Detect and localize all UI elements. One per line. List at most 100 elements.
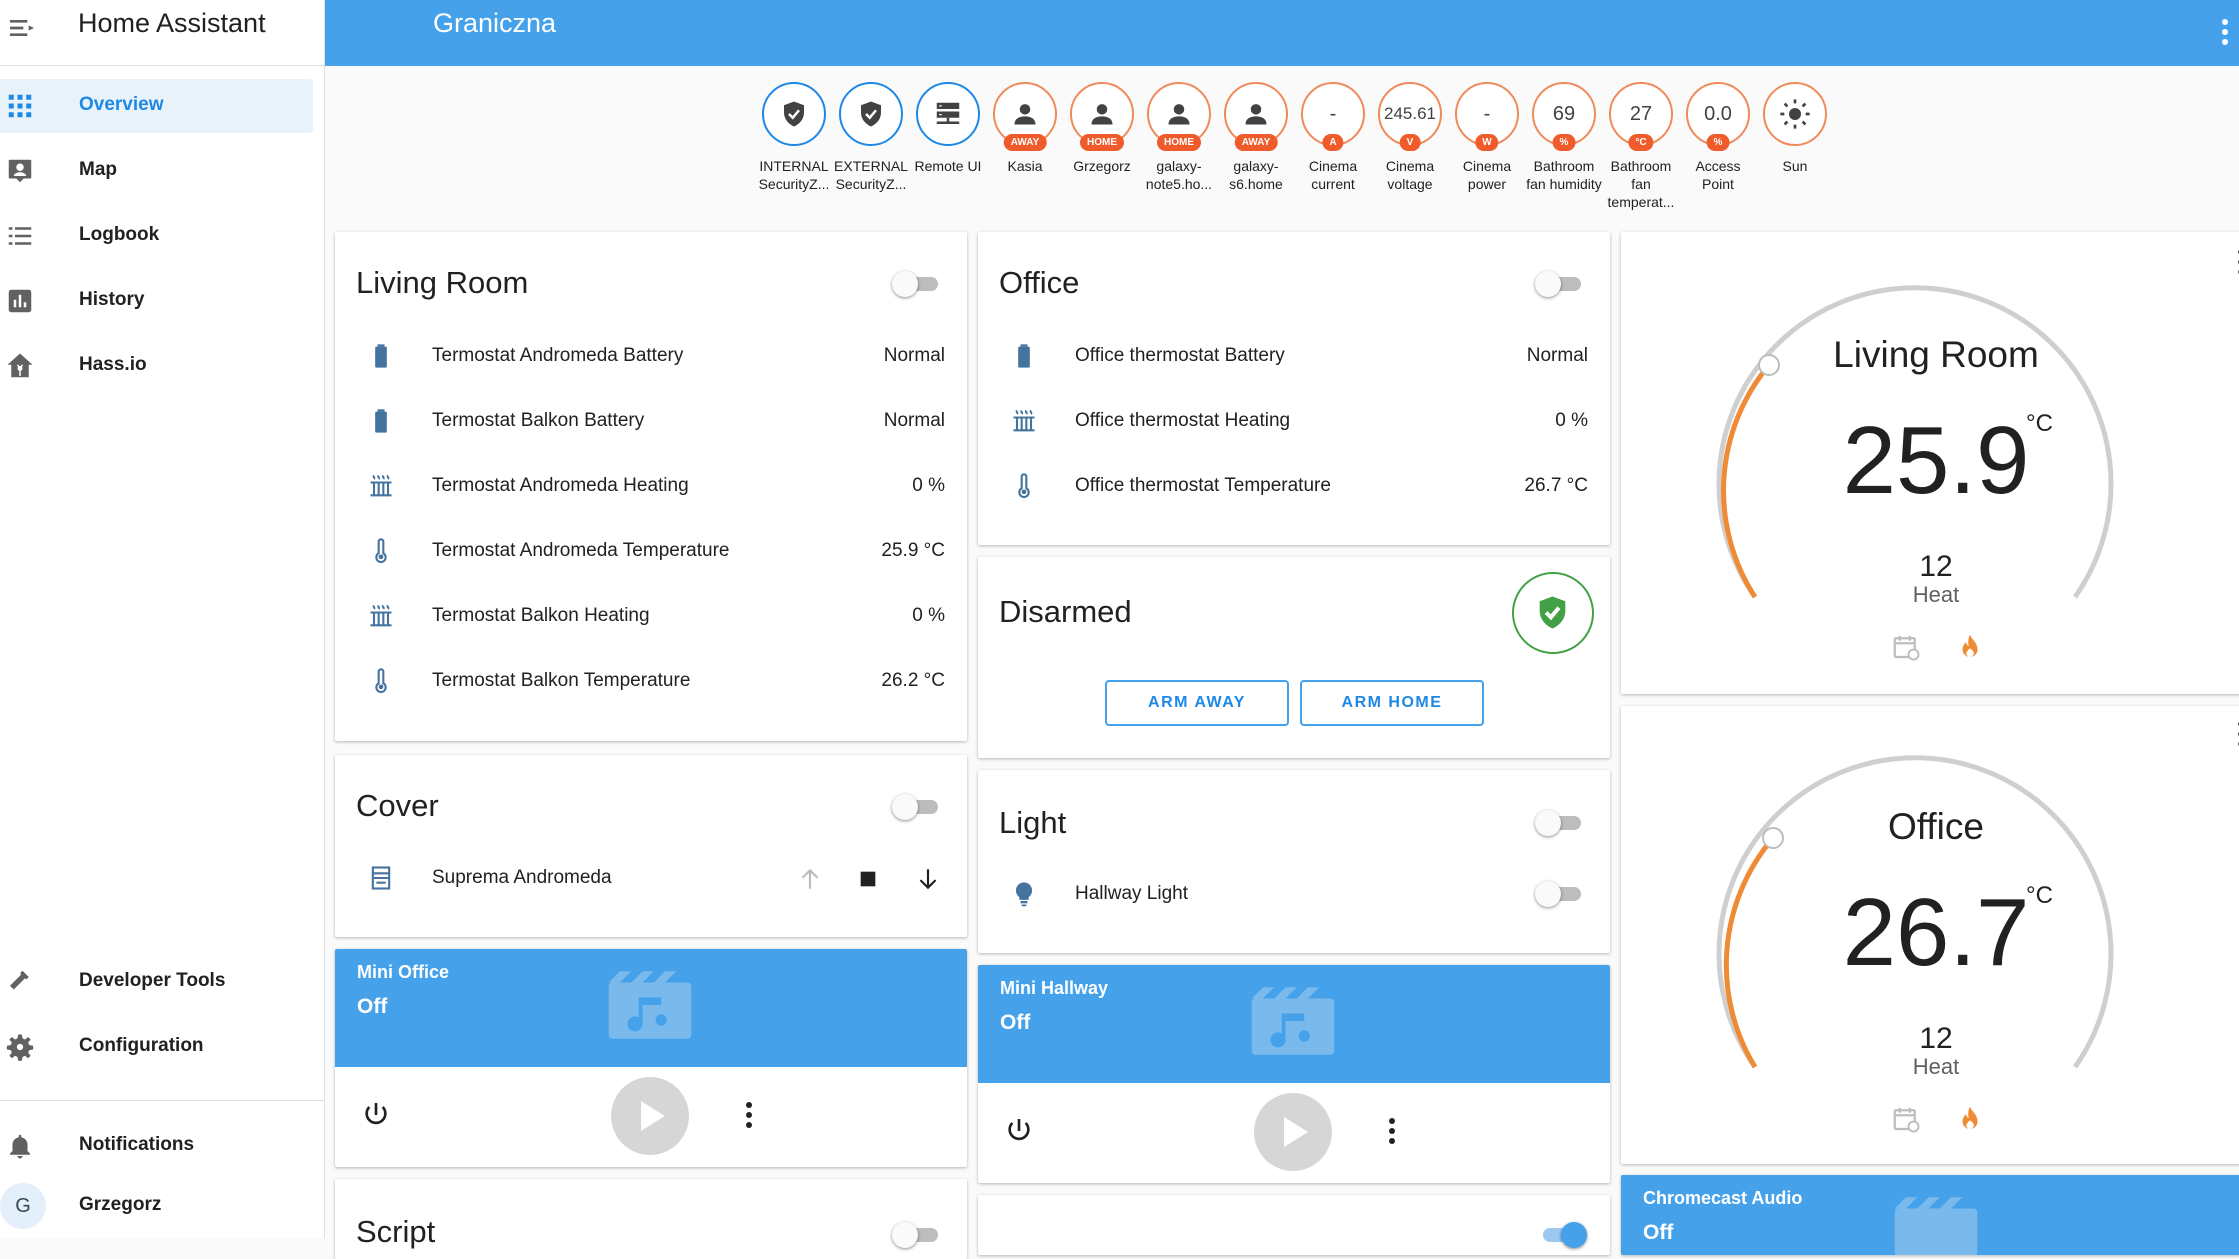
badge-value: - bbox=[1483, 102, 1491, 125]
media-card-mini-office: Mini Office Off bbox=[335, 949, 967, 1167]
music-video-icon bbox=[1251, 987, 1335, 1055]
badge-bathroom-fan-temperature[interactable]: 27 °C Bathroom fan temperat... bbox=[1603, 82, 1679, 211]
entity-row[interactable]: Hallway Light bbox=[978, 874, 1610, 914]
badge-tag: % bbox=[1706, 134, 1730, 151]
badge-label: Sun bbox=[1782, 158, 1808, 174]
play-button[interactable] bbox=[1254, 1093, 1332, 1171]
menu-collapse-icon[interactable] bbox=[6, 12, 38, 44]
more-vert-icon[interactable] bbox=[2235, 718, 2239, 752]
sidebar-item-overview[interactable]: Overview bbox=[0, 79, 313, 133]
entity-row[interactable]: Suprema Andromeda bbox=[335, 858, 967, 898]
fire-icon[interactable] bbox=[1955, 632, 1985, 662]
sidebar-item-notifications[interactable]: Notifications bbox=[0, 1119, 313, 1173]
entity-name: Termostat Balkon Heating bbox=[432, 605, 650, 626]
office-toggle[interactable] bbox=[1535, 270, 1587, 298]
entity-row[interactable]: Office thermostat Battery Normal bbox=[978, 336, 1610, 376]
entity-row[interactable]: Office thermostat Temperature 26.7 °C bbox=[978, 466, 1610, 506]
cover-toggle[interactable] bbox=[892, 793, 944, 821]
badge-cinema-current[interactable]: - A Cinema current bbox=[1295, 82, 1371, 193]
power-icon[interactable] bbox=[360, 1099, 392, 1131]
arrow-down-icon[interactable] bbox=[915, 866, 941, 892]
shield-check-icon bbox=[861, 101, 881, 127]
badge-label: Grzegorz bbox=[1073, 158, 1131, 174]
badge-external-security[interactable]: EXTERNAL SecurityZ... bbox=[833, 82, 909, 193]
entity-row[interactable]: Termostat Balkon Battery Normal bbox=[335, 401, 967, 441]
app-title: Home Assistant bbox=[78, 8, 266, 38]
badge-sun[interactable]: Sun bbox=[1757, 82, 1833, 175]
battery-icon bbox=[375, 409, 387, 433]
thermostat-unit: °C bbox=[2026, 410, 2053, 437]
card-toggle[interactable] bbox=[1535, 1221, 1587, 1249]
media-card-mini-hallway: Mini Hallway Off bbox=[978, 965, 1610, 1183]
entity-row[interactable]: Termostat Balkon Temperature 26.2 °C bbox=[335, 661, 967, 701]
thermometer-icon bbox=[375, 668, 387, 694]
entity-row[interactable]: Termostat Andromeda Temperature 25.9 °C bbox=[335, 531, 967, 571]
page-title: Graniczna bbox=[433, 8, 557, 38]
thermostat-card-living-room: Living Room 25.9 °C 12 Heat bbox=[1621, 232, 2239, 694]
entity-value: 26.7 °C bbox=[1524, 475, 1588, 496]
sidebar-item-hassio[interactable]: Hass.io bbox=[0, 339, 313, 393]
badge-access-point[interactable]: 0.0% Access Point bbox=[1680, 82, 1756, 193]
entity-name: Office thermostat Heating bbox=[1075, 410, 1291, 431]
thermostat-current-temp: 26.7 bbox=[1842, 879, 2030, 986]
entity-value: 26.2 °C bbox=[881, 670, 945, 691]
calendar-clock-icon[interactable] bbox=[1891, 632, 1921, 662]
arrow-up-icon[interactable] bbox=[797, 866, 823, 892]
thermostat-setpoint: 12 bbox=[1919, 1022, 1953, 1055]
badge-bathroom-fan-humidity[interactable]: 69% Bathroom fan humidity bbox=[1526, 82, 1602, 193]
sidebar-item-label: Developer Tools bbox=[79, 970, 226, 991]
entity-value: 25.9 °C bbox=[881, 540, 945, 561]
badge-internal-security[interactable]: INTERNAL SecurityZ... bbox=[756, 82, 832, 193]
sidebar-divider bbox=[0, 1100, 325, 1101]
badge-label: galaxy-note5.ho... bbox=[1145, 158, 1213, 192]
thermostat-name: Office bbox=[1888, 806, 1984, 847]
entity-row[interactable]: Termostat Andromeda Heating 0 % bbox=[335, 466, 967, 506]
thermostat-mode: Heat bbox=[1912, 582, 1960, 607]
badge-person-grzegorz[interactable]: HOME Grzegorz bbox=[1064, 82, 1140, 175]
badge-label: Cinema current bbox=[1308, 158, 1358, 192]
sidebar-item-history[interactable]: History bbox=[0, 274, 313, 328]
entity-row[interactable]: Office thermostat Heating 0 % bbox=[978, 401, 1610, 441]
calendar-clock-icon[interactable] bbox=[1891, 1104, 1921, 1134]
play-button[interactable] bbox=[611, 1077, 689, 1155]
fire-icon[interactable] bbox=[1955, 1104, 1985, 1134]
cover-card: Cover Suprema Andromeda bbox=[335, 755, 967, 937]
badge-person-galaxy-s6[interactable]: AWAY galaxy-s6.home bbox=[1218, 82, 1294, 193]
sidebar-item-configuration[interactable]: Configuration bbox=[0, 1020, 313, 1074]
entity-row[interactable]: Termostat Andromeda Battery Normal bbox=[335, 336, 967, 376]
sidebar-item-developer-tools[interactable]: Developer Tools bbox=[0, 955, 313, 1009]
badge-label: Remote UI bbox=[914, 158, 982, 174]
badge-person-kasia[interactable]: AWAY Kasia bbox=[987, 82, 1063, 175]
badge-tag: A bbox=[1322, 134, 1344, 151]
script-toggle[interactable] bbox=[892, 1221, 944, 1249]
media-name: Mini Hallway bbox=[1000, 978, 1109, 998]
sidebar-item-label: Grzegorz bbox=[79, 1194, 162, 1215]
living-room-toggle[interactable] bbox=[892, 270, 944, 298]
map-person-icon bbox=[8, 159, 32, 183]
thermostat-current-temp: 25.9 bbox=[1842, 407, 2030, 514]
radiator-icon bbox=[1013, 409, 1035, 432]
more-vert-icon[interactable] bbox=[1380, 1115, 1404, 1147]
badge-tag: AWAY bbox=[1003, 134, 1047, 151]
light-toggle[interactable] bbox=[1535, 809, 1587, 837]
battery-icon bbox=[1018, 344, 1030, 368]
badge-remote-ui[interactable]: Remote UI bbox=[910, 82, 986, 175]
badge-cinema-voltage[interactable]: 245.61 V Cinema voltage bbox=[1372, 82, 1448, 193]
sidebar-item-user[interactable]: Grzegorz bbox=[0, 1179, 313, 1233]
sidebar-item-map[interactable]: Map bbox=[0, 144, 313, 198]
arm-away-button[interactable]: ARM AWAY bbox=[1105, 680, 1289, 726]
badge-label: Cinema power bbox=[1462, 158, 1512, 192]
arm-home-button[interactable]: ARM HOME bbox=[1300, 680, 1484, 726]
stop-icon[interactable] bbox=[857, 868, 879, 890]
more-vert-icon[interactable] bbox=[737, 1099, 761, 1131]
badge-person-galaxy-note5[interactable]: HOME galaxy-note5.ho... bbox=[1141, 82, 1217, 193]
sidebar-item-logbook[interactable]: Logbook bbox=[0, 209, 313, 263]
badge-cinema-power[interactable]: - W Cinema power bbox=[1449, 82, 1525, 193]
hallway-light-toggle[interactable] bbox=[1535, 880, 1587, 908]
power-icon[interactable] bbox=[1003, 1115, 1035, 1147]
entity-row[interactable]: Termostat Balkon Heating 0 % bbox=[335, 596, 967, 636]
more-vert-icon[interactable] bbox=[2219, 14, 2231, 50]
card-title: Light bbox=[999, 805, 1067, 840]
more-vert-icon[interactable] bbox=[2235, 246, 2239, 280]
entity-name: Office thermostat Battery bbox=[1075, 345, 1285, 366]
